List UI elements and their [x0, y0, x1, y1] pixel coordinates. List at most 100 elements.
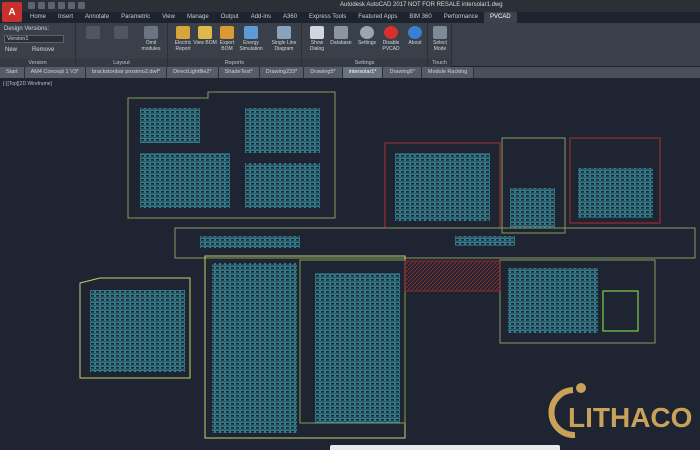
- save-icon[interactable]: [48, 2, 55, 9]
- ribbon-tab-featured-apps[interactable]: Featured Apps: [352, 12, 403, 23]
- module-array: [315, 273, 400, 423]
- autocad-window: Autodesk AutoCAD 2017 NOT FOR RESALE int…: [0, 0, 700, 450]
- new-version-button[interactable]: New: [5, 47, 17, 53]
- ribbon: Design Versions: Version1 New Remove Ver…: [0, 23, 700, 67]
- version-panel: Design Versions: Version1 New Remove Ver…: [0, 23, 76, 67]
- remove-version-button[interactable]: Remove: [32, 47, 54, 53]
- module-array: [245, 163, 320, 208]
- show-dialog-label: Show Dialog: [309, 40, 325, 52]
- remove-version-label: Remove: [32, 47, 55, 53]
- select-mode-label: Select Mode: [433, 40, 447, 52]
- document-tab[interactable]: Drawing233*: [259, 67, 305, 78]
- single-line-diagram-icon: [277, 26, 291, 39]
- electric-report-icon: [176, 26, 190, 39]
- ribbon-tab-add-ins[interactable]: Add-ins: [245, 12, 277, 23]
- database-icon: [334, 26, 348, 39]
- module-array: [245, 108, 320, 153]
- energy-simulation-icon: [244, 26, 258, 39]
- version-dropdown[interactable]: Version1: [4, 35, 64, 43]
- database-label: Database: [330, 40, 352, 46]
- undo-icon[interactable]: [58, 2, 65, 9]
- brand-name: LITHACO: [568, 402, 693, 433]
- omit-modules-button[interactable]: Omit modules: [138, 26, 164, 52]
- hatched-zone: [404, 260, 501, 292]
- ribbon-tab-a360[interactable]: A360: [277, 12, 303, 23]
- single-line-diagram-button[interactable]: Single Line Diagram: [268, 26, 300, 52]
- module-array: [140, 108, 200, 143]
- module-array: [578, 168, 653, 218]
- document-tab[interactable]: Drawing6*: [383, 67, 422, 78]
- ribbon-tab-bim-360[interactable]: BIM 360: [403, 12, 437, 23]
- module-array: [455, 236, 515, 246]
- about-button[interactable]: About: [402, 26, 428, 46]
- show-dialog-button[interactable]: Show Dialog: [304, 26, 330, 52]
- touch-icon: [433, 26, 447, 39]
- version-panel-title: Version: [0, 59, 75, 67]
- disable-pvcad-label: Disable PVCAD: [382, 40, 400, 52]
- module-array: [395, 153, 490, 221]
- document-tab[interactable]: ShadeTest*: [218, 67, 260, 78]
- touch-panel: Select Mode Touch: [428, 23, 452, 67]
- ribbon-tab-home[interactable]: Home: [24, 12, 52, 23]
- energy-simulation-button[interactable]: Energy Simulation: [238, 26, 264, 52]
- module-array: [90, 290, 185, 372]
- select-mode-button[interactable]: Select Mode: [428, 26, 452, 52]
- document-tab-bar: Start AM4 Concept 1 V3* brackstonbar proxi…: [0, 67, 700, 78]
- ribbon-tab-parametric[interactable]: Parametric: [115, 12, 156, 23]
- document-tab[interactable]: brackstonbar proximo2.dwf*: [85, 67, 168, 78]
- single-line-diagram-label: Single Line Diagram: [271, 40, 297, 52]
- export-bom-button[interactable]: Export BOM: [214, 26, 240, 52]
- layout-panel-title: Layout: [76, 59, 167, 67]
- ribbon-tab-performance[interactable]: Performance: [438, 12, 484, 23]
- selection-box: [602, 290, 639, 332]
- layout-tool-icon: [86, 26, 100, 39]
- ribbon-tab-view[interactable]: View: [156, 12, 181, 23]
- module-array: [508, 268, 598, 333]
- application-menu-button[interactable]: A: [2, 2, 22, 22]
- document-tab[interactable]: intersolar1*: [342, 67, 384, 78]
- settings-button[interactable]: Settings: [354, 26, 380, 46]
- document-tab[interactable]: DirectLightfile2*: [167, 67, 219, 78]
- module-array: [140, 153, 230, 208]
- ribbon-tab-output[interactable]: Output: [215, 12, 245, 23]
- ribbon-tab-pvcad[interactable]: PVCAD: [484, 12, 517, 23]
- gear-icon: [360, 26, 374, 39]
- open-file-icon[interactable]: [38, 2, 45, 9]
- touch-panel-title: Touch: [428, 59, 451, 67]
- help-icon: [408, 26, 422, 39]
- database-button[interactable]: Database: [328, 26, 354, 46]
- settings-panel-title: Settings: [302, 59, 427, 67]
- reports-panel: Electric Report View BOM Export BOM Ener…: [168, 23, 302, 67]
- omit-modules-icon: [144, 26, 158, 39]
- document-tab[interactable]: Start: [0, 67, 25, 78]
- ribbon-tab-insert[interactable]: Insert: [52, 12, 79, 23]
- ribbon-tab-express-tools[interactable]: Express Tools: [303, 12, 352, 23]
- new-file-icon[interactable]: [28, 2, 35, 9]
- disabled-tool-2: [108, 26, 134, 40]
- export-bom-icon: [220, 26, 234, 39]
- omit-modules-label: Omit modules: [141, 40, 161, 52]
- document-tab[interactable]: AM4 Concept 1 V3*: [24, 67, 86, 78]
- redo-icon[interactable]: [68, 2, 75, 9]
- layout-tool-icon: [114, 26, 128, 39]
- layout-panel: Omit modules Layout: [76, 23, 168, 67]
- power-icon: [384, 26, 398, 39]
- show-dialog-icon: [310, 26, 324, 39]
- about-label: About: [408, 40, 422, 46]
- disable-pvcad-button[interactable]: Disable PVCAD: [378, 26, 404, 52]
- ribbon-tab-annotate[interactable]: Annotate: [79, 12, 115, 23]
- ribbon-tab-row: Home Insert Annotate Parametric View Manage Ou…: [24, 12, 517, 23]
- module-array: [212, 263, 297, 433]
- document-tab[interactable]: Drawing5*: [304, 67, 343, 78]
- command-line[interactable]: [330, 445, 560, 450]
- ribbon-tab-manage[interactable]: Manage: [181, 12, 215, 23]
- plot-icon[interactable]: [78, 2, 85, 9]
- design-versions-label: Design Versions:: [4, 26, 50, 32]
- export-bom-label: Export BOM: [219, 40, 235, 52]
- window-title: Autodesk AutoCAD 2017 NOT FOR RESALE int…: [340, 2, 503, 8]
- module-array: [200, 236, 300, 248]
- module-array: [510, 188, 555, 228]
- document-tab[interactable]: Module Racking: [421, 67, 475, 78]
- disabled-tool-1: [80, 26, 106, 40]
- view-bom-icon: [198, 26, 212, 39]
